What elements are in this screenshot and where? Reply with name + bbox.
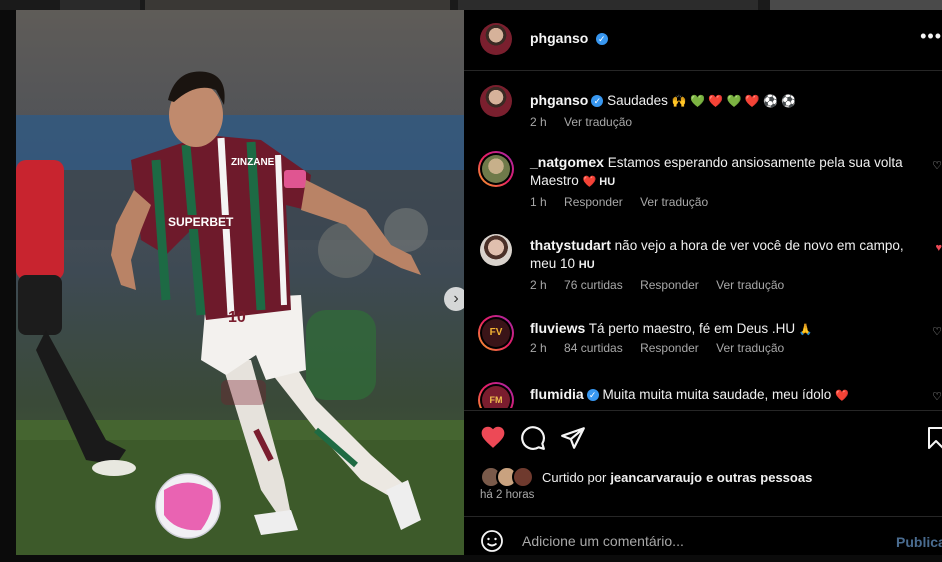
author-username[interactable]: phganso (530, 30, 588, 46)
caption-time: 2 h (530, 115, 547, 129)
comment-like-icon[interactable]: ♥ (935, 242, 942, 254)
comment-time: 2 h (530, 341, 547, 355)
author-avatar[interactable] (480, 85, 512, 117)
comment-like-icon[interactable]: ♡ (932, 325, 942, 338)
commenter-avatar[interactable]: FV (478, 315, 514, 351)
caption: phganso ✓ Saudades 🙌 💚 ❤️ 💚 ❤️ ⚽ ⚽ 2 h Ve… (464, 85, 942, 135)
translate-link[interactable]: Ver tradução (716, 341, 784, 355)
comment-likes[interactable]: 84 curtidas (564, 341, 623, 355)
publish-button[interactable]: Publicar (896, 534, 942, 550)
comment-time: 2 h (530, 278, 547, 292)
send-icon[interactable] (560, 425, 586, 456)
verified-badge-icon: ✓ (595, 32, 608, 45)
comment-icon[interactable] (520, 425, 546, 456)
comment-suffix: ❤️ (835, 390, 849, 402)
add-comment-input[interactable] (520, 527, 844, 555)
liked-by[interactable]: Curtido por jeancarvaraujo e outras pess… (480, 466, 812, 488)
comment-body: Muita muita muita saudade, meu ídolo (602, 387, 832, 402)
commenter-avatar[interactable] (478, 151, 514, 187)
author-avatar[interactable] (480, 23, 512, 55)
caption-body: Saudades (607, 93, 668, 108)
heart-filled-icon[interactable] (480, 425, 506, 454)
comment-meta: 2 h 84 curtidas Responder Ver tradução (530, 341, 798, 355)
emoji-icon[interactable] (480, 529, 504, 558)
caption-username[interactable]: phganso (530, 92, 588, 108)
fluviews-logo-icon: FV (482, 319, 510, 347)
comment-suffix: 🙏 (798, 324, 813, 336)
background-feed-strip (0, 0, 942, 10)
more-horizontal-icon[interactable]: ••• (920, 26, 942, 47)
comment-item: FV fluviews Tá perto maestro, fé em Deus… (464, 315, 942, 367)
caption-emojis: 🙌 💚 ❤️ 💚 ❤️ ⚽ ⚽ (671, 94, 797, 108)
post-side-panel: phganso ✓ ••• phganso ✓ Saudades 🙌 💚 ❤️ 💚… (464, 10, 942, 555)
add-comment-bar: Publicar (464, 516, 942, 562)
translate-link[interactable]: Ver tradução (564, 115, 632, 129)
comment-username[interactable]: thatystudart (530, 237, 611, 253)
commenter-avatar[interactable] (480, 234, 512, 266)
post-actions: Curtido por jeancarvaraujo e outras pess… (464, 410, 942, 561)
comment-like-icon[interactable]: ♡ (932, 159, 942, 172)
next-slide-button[interactable]: › (444, 287, 464, 311)
comment-text: _natgomex Estamos esperando ansiosamente… (530, 153, 910, 191)
comment-suffix: HU (578, 259, 595, 271)
svg-text:10: 10 (228, 309, 246, 326)
translate-link[interactable]: Ver tradução (640, 195, 708, 209)
svg-text:SUPERBET: SUPERBET (168, 215, 234, 229)
comment-likes[interactable]: 76 curtidas (564, 278, 623, 292)
comment-item: _natgomex Estamos esperando ansiosamente… (464, 151, 942, 215)
post-image[interactable]: SUPERBET ZINZANE 10 › (16, 10, 464, 555)
comment-username[interactable]: flumidia (530, 386, 584, 402)
comment-meta: 2 h 76 curtidas Responder Ver tradução (530, 278, 798, 292)
reply-link[interactable]: Responder (640, 278, 699, 292)
post-time: há 2 horas (480, 489, 535, 501)
svg-text:ZINZANE: ZINZANE (231, 157, 275, 168)
translate-link[interactable]: Ver tradução (716, 278, 784, 292)
comment-meta: 1 h Responder Ver tradução (530, 195, 722, 209)
comment-username[interactable]: fluviews (530, 320, 585, 336)
comment-like-icon[interactable]: ♡ (932, 390, 942, 403)
flumidia-logo-icon: FM (482, 386, 510, 408)
verified-badge-icon: ✓ (591, 95, 604, 108)
reply-link[interactable]: Responder (564, 195, 623, 209)
comment-text: flumidia ✓ Muita muita muita saudade, meu… (530, 385, 910, 405)
liked-by-others[interactable]: e outras pessoas (706, 470, 812, 485)
caption-text: phganso ✓ Saudades 🙌 💚 ❤️ 💚 ❤️ ⚽ ⚽ (530, 91, 910, 110)
comments-list[interactable]: phganso ✓ Saudades 🙌 💚 ❤️ 💚 ❤️ ⚽ ⚽ 2 h Ve… (464, 71, 942, 408)
verified-badge-icon: ✓ (586, 389, 599, 402)
caption-meta: 2 h Ver tradução (530, 115, 646, 129)
bookmark-icon[interactable] (926, 425, 942, 456)
comment-item: thatystudart não vejo a hora de ver você… (464, 234, 942, 298)
comment-username[interactable]: _natgomex (530, 154, 604, 170)
comment-text: fluviews Tá perto maestro, fé em Deus .H… (530, 319, 910, 339)
liked-by-user[interactable]: jeancarvaraujo (610, 470, 702, 485)
comment-item: FM flumidia ✓ Muita muita muita saudade, … (464, 382, 942, 408)
author-name-wrap: phganso ✓ (530, 30, 608, 48)
commenter-avatar[interactable]: FM (478, 382, 514, 408)
comment-suffix: ❤️ HU (582, 176, 616, 188)
comment-text: thatystudart não vejo a hora de ver você… (530, 236, 910, 274)
comment-time: 1 h (530, 195, 547, 209)
reply-link[interactable]: Responder (640, 341, 699, 355)
post-header: phganso ✓ ••• (464, 10, 942, 71)
liked-by-prefix: Curtido por (542, 469, 607, 485)
player-photo-illustration: SUPERBET ZINZANE 10 (16, 71, 464, 555)
chevron-right-icon: › (453, 290, 459, 307)
comment-body: Tá perto maestro, fé em Deus .HU (588, 321, 796, 336)
liker-avatar (512, 466, 534, 488)
